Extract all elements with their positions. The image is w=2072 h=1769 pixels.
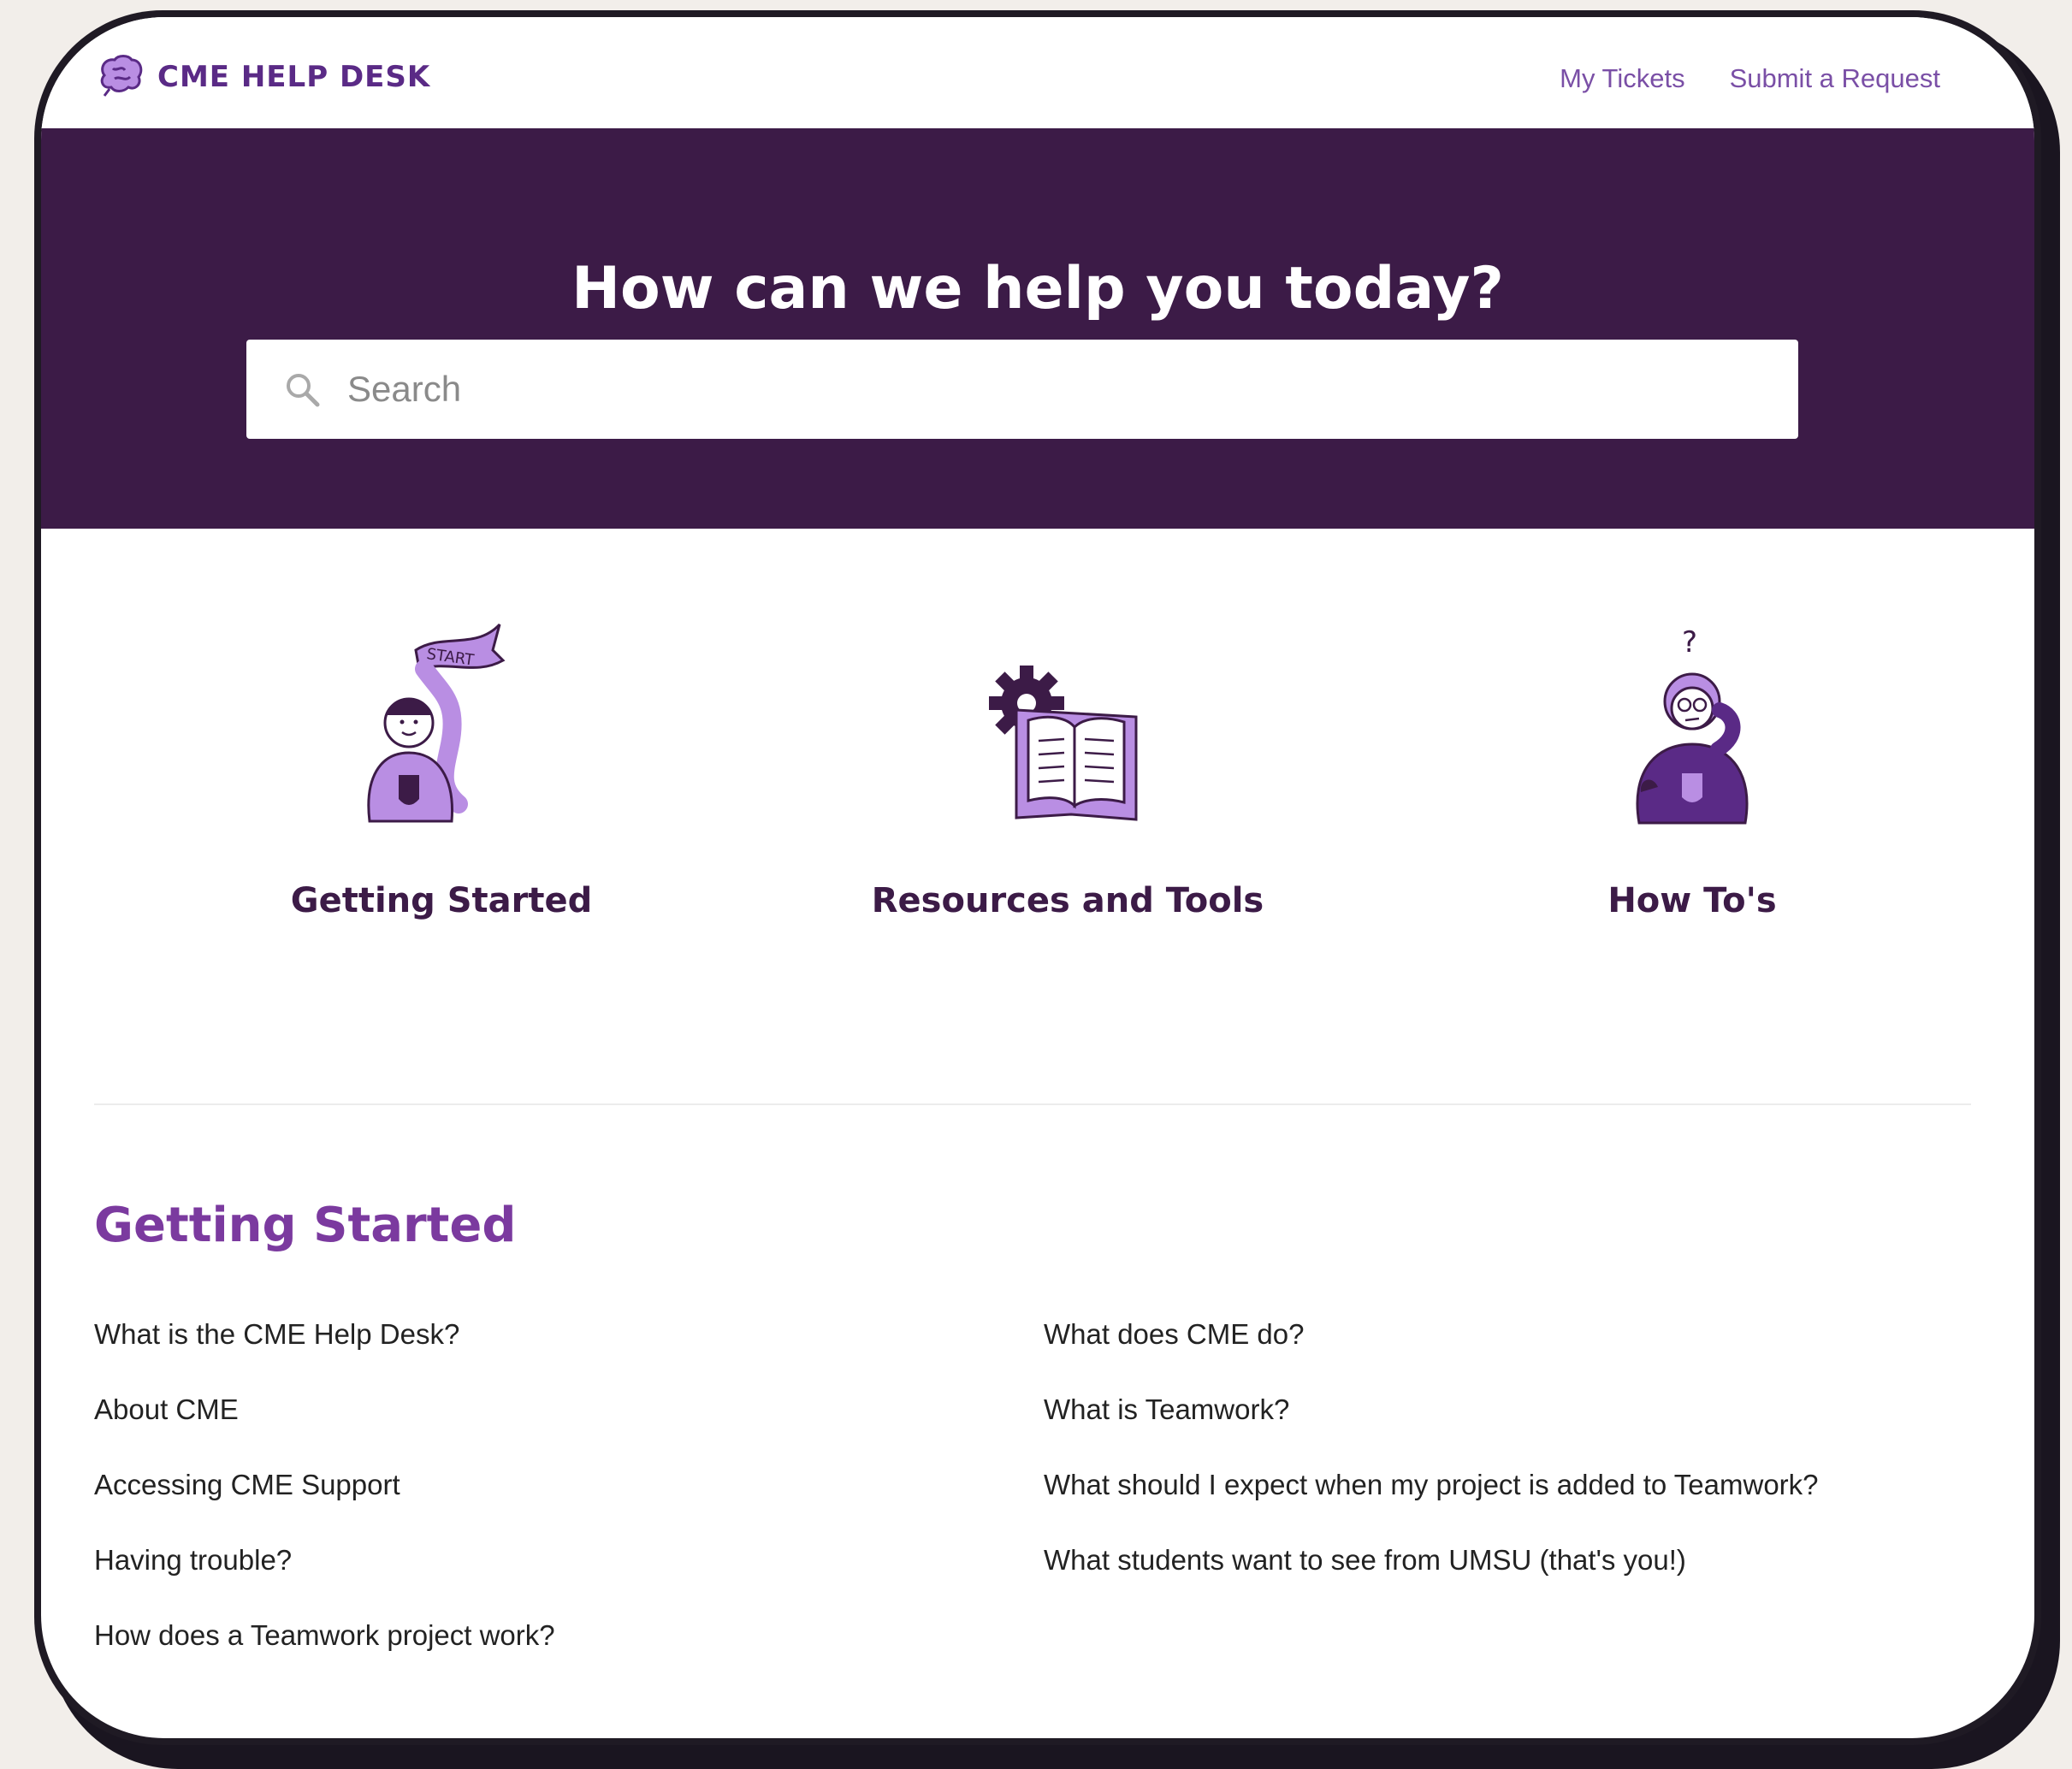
gear-book-illustration xyxy=(811,616,1324,830)
search-icon xyxy=(282,370,322,409)
site-logo[interactable]: CME HELP DESK xyxy=(96,53,430,101)
hero-title: How can we help you today? xyxy=(571,255,1504,322)
category-how-tos[interactable]: ? How To's xyxy=(1436,616,1949,920)
category-getting-started[interactable]: START Getting Started xyxy=(185,616,698,920)
top-navigation-bar: CME HELP DESK My Tickets Submit a Reques… xyxy=(41,17,2034,128)
category-label: How To's xyxy=(1607,881,1777,920)
hero-banner: How can we help you today? xyxy=(41,128,2034,529)
article-list-left: What is the CME Help Desk? About CME Acc… xyxy=(94,1317,555,1694)
submit-request-link[interactable]: Submit a Request xyxy=(1730,63,1940,94)
section-title: Getting Started xyxy=(94,1198,517,1253)
search-input[interactable] xyxy=(346,368,1718,411)
section-divider xyxy=(94,1103,1971,1105)
article-link[interactable]: Having trouble? xyxy=(94,1543,555,1618)
category-label: Getting Started xyxy=(290,881,593,920)
article-link[interactable]: What does CME do? xyxy=(1044,1317,1819,1393)
article-link[interactable]: What is Teamwork? xyxy=(1044,1393,1819,1468)
article-link[interactable]: What is the CME Help Desk? xyxy=(94,1317,555,1393)
article-list-right: What does CME do? What is Teamwork? What… xyxy=(1044,1317,1819,1618)
category-grid: START Getting Started Resources and Tool… xyxy=(41,616,2034,975)
category-label: Resources and Tools xyxy=(871,881,1264,920)
header-nav: My Tickets Submit a Request xyxy=(1560,63,1940,94)
question-mark-text: ? xyxy=(1682,625,1697,660)
device-frame: CME HELP DESK My Tickets Submit a Reques… xyxy=(34,10,2041,1745)
search-box[interactable] xyxy=(246,340,1798,439)
article-link[interactable]: What should I expect when my project is … xyxy=(1044,1468,1819,1543)
brain-logo-icon xyxy=(96,53,145,101)
article-link[interactable]: How does a Teamwork project work? xyxy=(94,1618,555,1694)
category-resources-and-tools[interactable]: Resources and Tools xyxy=(811,616,1324,920)
logo-text: CME HELP DESK xyxy=(157,60,431,94)
help-center-page: CME HELP DESK My Tickets Submit a Reques… xyxy=(41,17,2034,1738)
my-tickets-link[interactable]: My Tickets xyxy=(1560,63,1684,94)
article-link[interactable]: About CME xyxy=(94,1393,555,1468)
article-link[interactable]: What students want to see from UMSU (tha… xyxy=(1044,1543,1819,1618)
article-link[interactable]: Accessing CME Support xyxy=(94,1468,555,1543)
start-banner-illustration: START xyxy=(185,616,698,830)
thinking-person-illustration: ? xyxy=(1436,616,1949,830)
